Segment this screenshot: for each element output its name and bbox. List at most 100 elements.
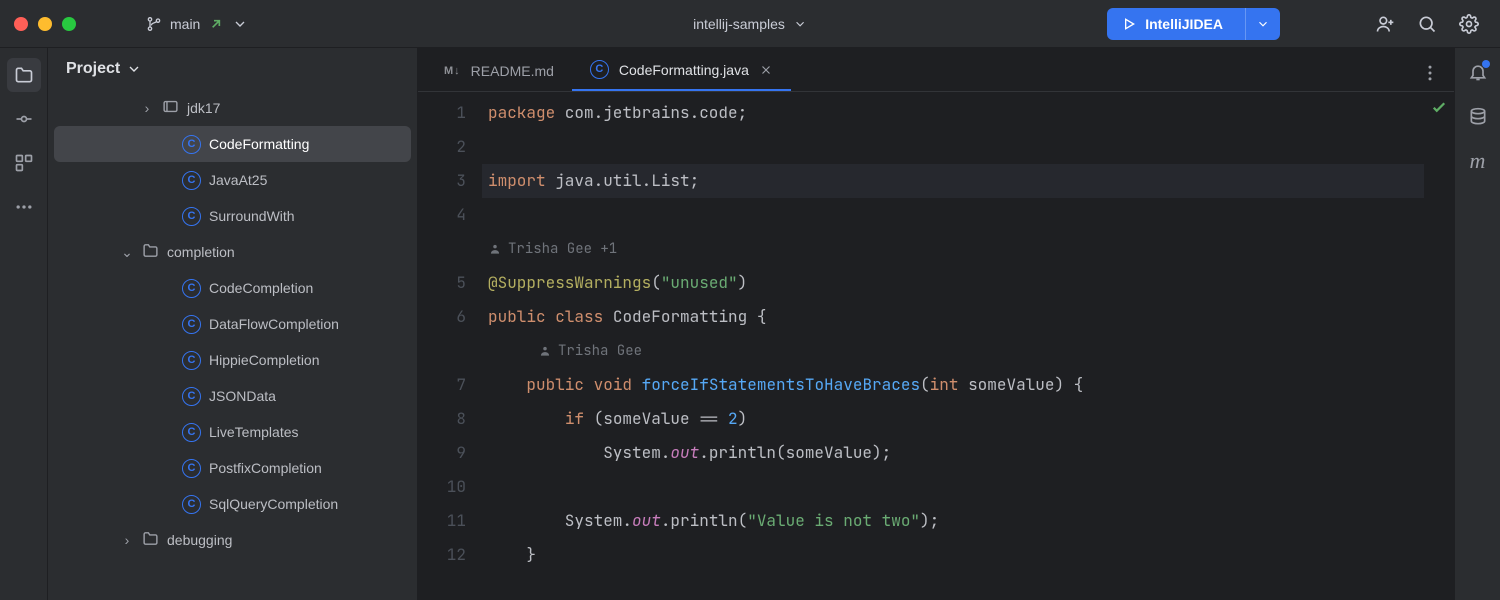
tree-item[interactable]: ⌄completion [54, 234, 411, 270]
code-line[interactable]: public class CodeFormatting { [482, 300, 1424, 334]
code-with-me-button[interactable] [1368, 7, 1402, 41]
tree-item[interactable]: › jdk17 [54, 90, 411, 126]
author-hint: Trisha Gee [482, 334, 1424, 368]
check-icon [1430, 98, 1448, 116]
tab-options-button[interactable] [1420, 63, 1454, 91]
tree-item[interactable]: CSqlQueryCompletion [54, 486, 411, 522]
kebab-icon [1420, 63, 1440, 83]
class-icon: C [182, 315, 201, 334]
tree-item[interactable]: CJavaAt25 [54, 162, 411, 198]
tab-label: CodeFormatting.java [619, 62, 749, 78]
code-line[interactable]: } [482, 538, 1424, 572]
project-switcher[interactable]: intellij-samples [693, 16, 807, 32]
maven-icon: m [1470, 148, 1486, 174]
folder-icon [142, 530, 159, 550]
tab-label: README.md [471, 63, 554, 79]
project-pane-title: Project [66, 60, 120, 78]
code-content[interactable]: package com.jetbrains.code; import java.u… [482, 92, 1424, 600]
code-editor[interactable]: 123456789101112 package com.jetbrains.co… [418, 92, 1454, 600]
ellipsis-icon [14, 197, 34, 217]
line-number-gutter: 123456789101112 [418, 92, 482, 600]
run-configuration[interactable]: IntelliJIDEA [1107, 8, 1280, 40]
tab-readme[interactable]: M↓ README.md [426, 53, 572, 91]
markdown-icon: M↓ [444, 65, 461, 77]
class-icon: C [182, 495, 201, 514]
vcs-branch-picker[interactable]: main [136, 12, 258, 36]
commit-tool-button[interactable] [7, 102, 41, 136]
add-user-icon [1375, 14, 1395, 34]
maven-tool-button[interactable]: m [1461, 144, 1495, 178]
class-icon: C [182, 459, 201, 478]
right-tool-strip: m [1454, 48, 1500, 600]
titlebar: main intellij-samples IntelliJIDEA [0, 0, 1500, 48]
close-tab-icon[interactable] [759, 63, 773, 77]
class-icon: C [182, 171, 201, 190]
code-line[interactable]: @SuppressWarnings("unused") [482, 266, 1424, 300]
code-line[interactable] [482, 198, 1424, 232]
project-tool-button[interactable] [7, 58, 41, 92]
chevron-icon[interactable]: ⌄ [120, 244, 134, 261]
play-icon [1121, 16, 1137, 32]
tree-item[interactable]: CJSONData [54, 378, 411, 414]
tree-item-label: HippieCompletion [209, 352, 320, 368]
chevron-down-icon [232, 16, 248, 32]
structure-icon [14, 153, 34, 173]
tree-item[interactable]: C PostfixCompletion [54, 450, 411, 486]
database-icon [1468, 107, 1488, 127]
chevron-icon[interactable]: › [120, 532, 134, 548]
code-line[interactable]: System.out.println("Value is not two"); [482, 504, 1424, 538]
branch-icon [146, 16, 162, 32]
chevron-down-icon [1256, 17, 1270, 31]
tab-codeformatting[interactable]: C CodeFormatting.java [572, 50, 791, 91]
code-line[interactable]: import java.util.List; [482, 164, 1424, 198]
minimize-window-button[interactable] [38, 17, 52, 31]
tree-item[interactable]: C DataFlowCompletion [54, 306, 411, 342]
code-line[interactable] [482, 470, 1424, 504]
tree-item-label: CodeCompletion [209, 280, 313, 296]
editor-tabs: M↓ README.md C CodeFormatting.java [418, 48, 1454, 92]
search-everywhere-button[interactable] [1410, 7, 1444, 41]
code-line[interactable]: if (someValue == 2) [482, 402, 1424, 436]
tree-item[interactable]: CSurroundWith [54, 198, 411, 234]
code-line[interactable]: package com.jetbrains.code; [482, 96, 1424, 130]
tree-item[interactable]: CCodeCompletion [54, 270, 411, 306]
code-line[interactable]: public void forceIfStatementsToHaveBrace… [482, 368, 1424, 402]
close-window-button[interactable] [14, 17, 28, 31]
code-line[interactable] [482, 130, 1424, 164]
database-tool-button[interactable] [1461, 100, 1495, 134]
run-config-name: IntelliJIDEA [1145, 16, 1223, 32]
tree-item[interactable]: CCodeFormatting [54, 126, 411, 162]
project-name: intellij-samples [693, 16, 785, 32]
tree-item[interactable]: C LiveTemplates [54, 414, 411, 450]
class-icon: C [182, 423, 201, 442]
tree-item-label: PostfixCompletion [209, 460, 322, 476]
tree-item[interactable]: ›debugging [54, 522, 411, 558]
chevron-down-icon [126, 61, 142, 77]
tree-item-label: JSONData [209, 388, 276, 404]
class-icon: C [182, 351, 201, 370]
branch-name: main [170, 16, 200, 32]
class-icon: C [590, 60, 609, 79]
notifications-button[interactable] [1461, 56, 1495, 90]
run-button[interactable]: IntelliJIDEA [1107, 8, 1237, 40]
code-line[interactable]: System.out.println(someValue); [482, 436, 1424, 470]
project-tree[interactable]: ›jdk17CCodeFormattingCJavaAt25CSurroundW… [48, 90, 417, 600]
structure-tool-button[interactable] [7, 146, 41, 180]
zoom-window-button[interactable] [62, 17, 76, 31]
author-hint: Trisha Gee +1 [482, 232, 1424, 266]
tree-item-label: jdk17 [187, 100, 220, 116]
search-icon [1417, 14, 1437, 34]
inspection-gutter [1424, 92, 1454, 600]
tree-item-label: LiveTemplates [209, 424, 299, 440]
more-tool-button[interactable] [7, 190, 41, 224]
class-icon: C [182, 135, 201, 154]
project-pane-header[interactable]: Project [48, 48, 417, 90]
run-config-dropdown[interactable] [1245, 8, 1280, 40]
tree-item-label: DataFlowCompletion [209, 316, 339, 332]
settings-button[interactable] [1452, 7, 1486, 41]
chevron-icon[interactable]: › [140, 100, 154, 116]
tree-item[interactable]: C HippieCompletion [54, 342, 411, 378]
chevron-down-icon [793, 17, 807, 31]
tree-item-label: SurroundWith [209, 208, 295, 224]
commit-icon [14, 109, 34, 129]
